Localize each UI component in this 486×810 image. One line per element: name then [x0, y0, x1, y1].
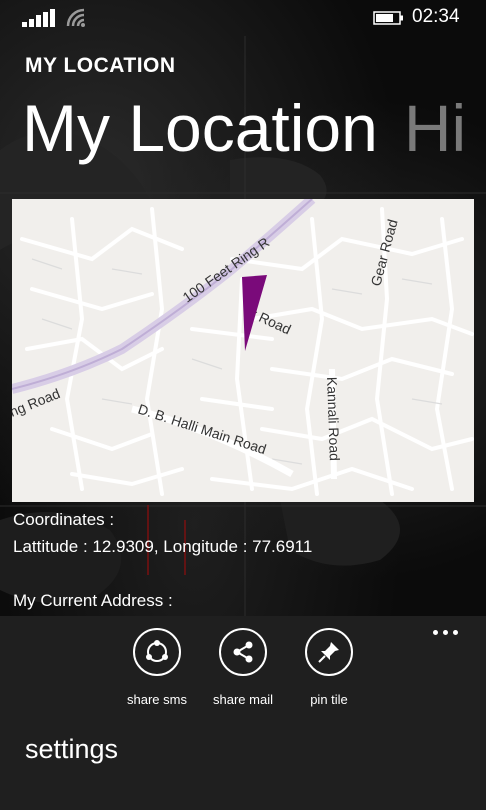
pivot-header: My Location Hi	[22, 88, 466, 168]
pin-icon	[305, 628, 353, 676]
status-bar: 02:34	[0, 0, 486, 36]
pin-tile-button[interactable]: pin tile	[284, 628, 374, 707]
pivot-tab-my-location[interactable]: My Location	[22, 91, 378, 165]
share-sms-label: share sms	[127, 692, 187, 707]
address-label: My Current Address :	[13, 591, 173, 610]
share-mail-button[interactable]: share mail	[198, 628, 288, 707]
battery-icon	[373, 11, 403, 25]
pivot-tab-next[interactable]: Hi	[404, 91, 466, 165]
road-label-gear: Gear Road	[367, 217, 400, 287]
pin-tile-label: pin tile	[310, 692, 348, 707]
clock: 02:34	[412, 6, 460, 27]
share-sms-button[interactable]: share sms	[112, 628, 202, 707]
more-icon[interactable]	[433, 624, 467, 640]
share-mail-label: share mail	[213, 692, 273, 707]
coordinates-label: Coordinates :	[13, 510, 115, 529]
signal-icon	[22, 9, 55, 27]
app-bar: share sms share mail pin tile settings	[0, 616, 486, 810]
location-map[interactable]: 100 Feet Ring R ng Road Gear Road Kannal…	[12, 199, 474, 502]
share-mail-icon	[219, 628, 267, 676]
coordinates-value: Lattitude : 12.9309, Longitude : 77.6911	[13, 537, 313, 556]
wifi-icon	[66, 8, 85, 27]
settings-menu-item[interactable]: settings	[25, 734, 118, 765]
road-label-kannali: Kannali Road	[324, 377, 343, 462]
share-sms-icon	[133, 628, 181, 676]
app-title: MY LOCATION	[25, 54, 176, 77]
